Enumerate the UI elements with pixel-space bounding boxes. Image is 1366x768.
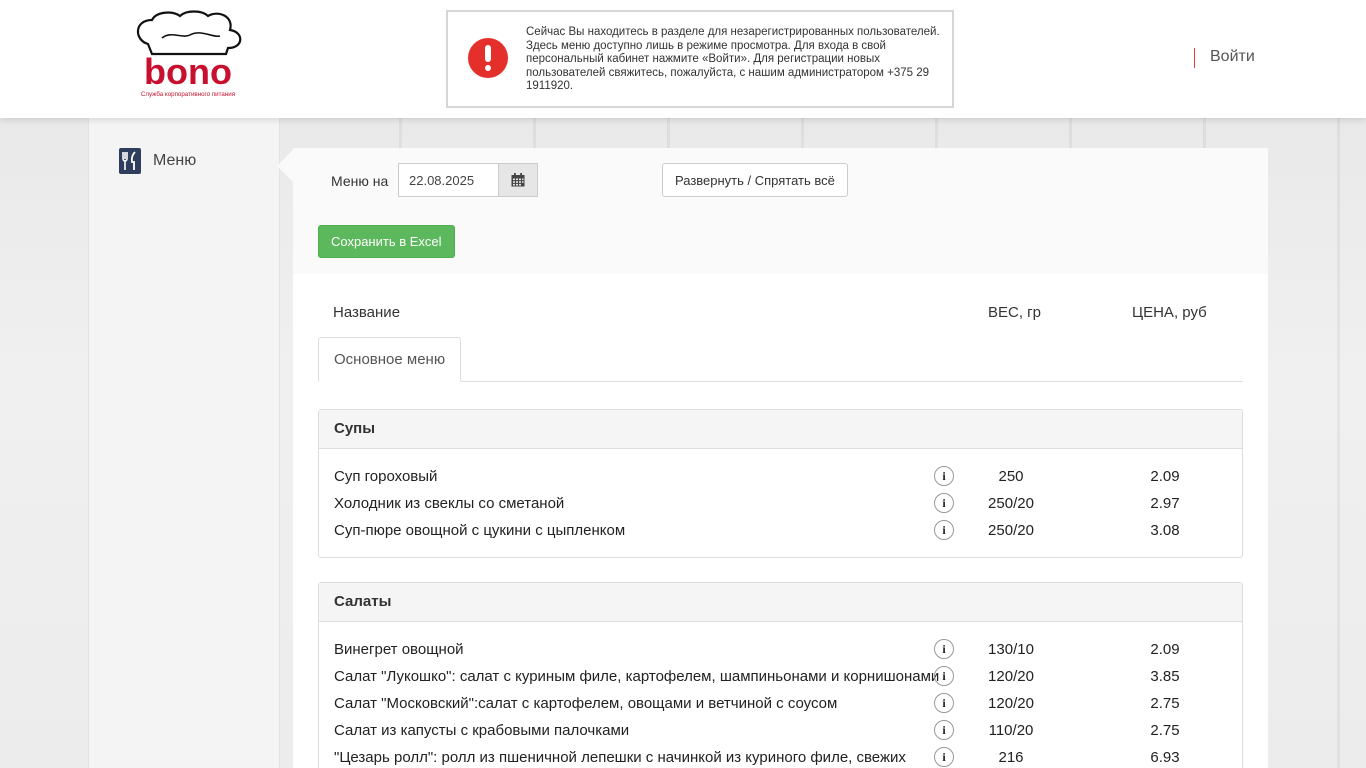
item-name: Холодник из свеклы со сметаной bbox=[334, 495, 565, 512]
info-icon[interactable]: i bbox=[934, 493, 954, 513]
menu-section-soups: Супы Суп гороховый i 250 2.09 Холодник и… bbox=[318, 409, 1243, 558]
menu-panel: Меню на Развернуть / Спрятать всё Сохран… bbox=[277, 148, 1268, 768]
info-icon[interactable]: i bbox=[934, 693, 954, 713]
item-weight: 250/20 bbox=[988, 495, 1034, 512]
info-icon[interactable]: i bbox=[934, 639, 954, 659]
calendar-icon bbox=[511, 173, 525, 187]
column-header-name: Название bbox=[333, 304, 401, 321]
item-price: 2.09 bbox=[1150, 641, 1180, 658]
item-name: Салат из капусты с крабовыми палочками bbox=[334, 722, 630, 739]
item-price: 3.85 bbox=[1150, 668, 1180, 685]
item-weight: 110/20 bbox=[988, 722, 1034, 739]
sidebar: Меню bbox=[88, 118, 280, 768]
date-label: Меню на bbox=[331, 173, 389, 189]
item-name: "Цезарь ролл": ролл из пшеничной лепешки… bbox=[334, 749, 906, 766]
item-weight: 120/20 bbox=[988, 668, 1034, 685]
item-weight: 250/20 bbox=[988, 522, 1034, 539]
sidebar-item-label: Меню bbox=[153, 152, 197, 169]
fork-knife-icon bbox=[119, 148, 141, 174]
item-weight: 216 bbox=[998, 749, 1024, 766]
list-item: Холодник из свеклы со сметаной i 250/20 … bbox=[319, 493, 1242, 520]
info-icon[interactable]: i bbox=[934, 747, 954, 767]
bono-logo[interactable]: bono Служба корпоративного питания bbox=[122, 10, 254, 108]
info-icon[interactable]: i bbox=[934, 520, 954, 540]
list-item: Салат из капусты с крабовыми палочками i… bbox=[319, 720, 1242, 747]
section-title[interactable]: Салаты bbox=[319, 583, 1242, 622]
list-item: "Цезарь ролл": ролл из пшеничной лепешки… bbox=[319, 747, 1242, 768]
item-price: 2.75 bbox=[1150, 722, 1180, 739]
item-weight: 250 bbox=[998, 468, 1024, 485]
chef-hat-logo-icon: bono Служба корпоративного питания bbox=[136, 10, 242, 98]
info-icon[interactable]: i bbox=[934, 666, 954, 686]
section-items: Винегрет овощной i 130/10 2.09 Салат "Лу… bbox=[319, 622, 1242, 768]
list-item: Салат "Московский":салат с картофелем, о… bbox=[319, 693, 1242, 720]
item-price: 3.08 bbox=[1150, 522, 1180, 539]
item-price: 2.09 bbox=[1150, 468, 1180, 485]
sidebar-item-menu[interactable]: Меню bbox=[119, 148, 196, 174]
date-input[interactable] bbox=[398, 163, 499, 197]
expand-collapse-button[interactable]: Развернуть / Спрятать всё bbox=[662, 163, 848, 197]
item-weight: 120/20 bbox=[988, 695, 1034, 712]
tab-main-menu[interactable]: Основное меню bbox=[318, 337, 462, 382]
save-excel-button[interactable]: Сохранить в Excel bbox=[318, 225, 455, 258]
item-name: Винегрет овощной bbox=[334, 641, 464, 658]
info-icon[interactable]: i bbox=[934, 466, 954, 486]
alert-icon bbox=[468, 38, 508, 78]
list-item: Суп-пюре овощной с цукини с цыпленком i … bbox=[319, 520, 1242, 547]
calendar-button[interactable] bbox=[498, 163, 538, 197]
menu-section-salads: Салаты Винегрет овощной i 130/10 2.09 Са… bbox=[318, 582, 1243, 768]
logo-text: bono bbox=[144, 51, 232, 92]
item-name: Суп-пюре овощной с цукини с цыпленком bbox=[334, 522, 626, 539]
column-headers: Название ВЕС, гр ЦЕНА, руб bbox=[293, 304, 1268, 324]
section-title[interactable]: Супы bbox=[319, 410, 1242, 449]
menu-tabs: Основное меню bbox=[318, 337, 1243, 382]
item-weight: 130/10 bbox=[988, 641, 1034, 658]
notice-text: Сейчас Вы находитесь в разделе для незар… bbox=[526, 26, 940, 93]
unregistered-notice: Сейчас Вы находитесь в разделе для незар… bbox=[446, 10, 954, 108]
list-item: Винегрет овощной i 130/10 2.09 bbox=[319, 639, 1242, 666]
info-icon[interactable]: i bbox=[934, 720, 954, 740]
item-name: Салат "Лукошко": салат с куриным филе, к… bbox=[334, 668, 940, 685]
logo-subtitle: Служба корпоративного питания bbox=[141, 91, 235, 98]
section-items: Суп гороховый i 250 2.09 Холодник из све… bbox=[319, 449, 1242, 557]
column-header-price: ЦЕНА, руб bbox=[1132, 304, 1207, 321]
item-name: Салат "Московский":салат с картофелем, о… bbox=[334, 695, 838, 712]
item-price: 2.97 bbox=[1150, 495, 1180, 512]
menu-toolbar: Меню на Развернуть / Спрятать всё Сохран… bbox=[293, 148, 1268, 274]
item-price: 2.75 bbox=[1150, 695, 1180, 712]
login-link[interactable]: Войти bbox=[1210, 48, 1255, 66]
column-header-weight: ВЕС, гр bbox=[988, 304, 1041, 321]
list-item: Салат "Лукошко": салат с куриным филе, к… bbox=[319, 666, 1242, 693]
item-price: 6.93 bbox=[1150, 749, 1180, 766]
login-divider bbox=[1194, 48, 1195, 68]
top-header: bono Служба корпоративного питания Сейча… bbox=[0, 0, 1366, 118]
list-item: Суп гороховый i 250 2.09 bbox=[319, 466, 1242, 493]
item-name: Суп гороховый bbox=[334, 468, 438, 485]
